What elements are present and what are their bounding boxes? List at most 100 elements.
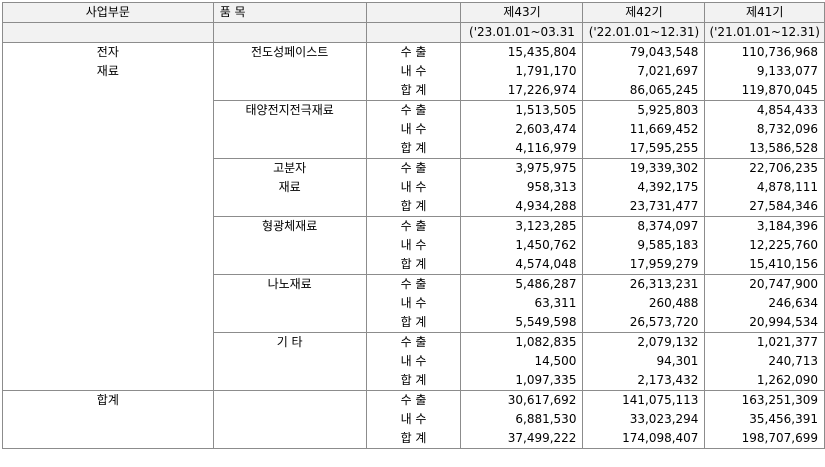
- value-cell: 20,994,534: [704, 313, 825, 333]
- value-cell: 246,634: [704, 294, 825, 313]
- division-cell: [2, 255, 214, 275]
- value-cell: 13,586,528: [704, 139, 825, 159]
- table-row: 형광체재료 수 출 3,123,285 8,374,097 3,184,396: [2, 216, 825, 236]
- table-row: 내 수 14,500 94,301 240,713: [2, 352, 825, 371]
- table-body: 전자 전도성페이스트 수 출 15,435,804 79,043,548 110,736,…: [2, 42, 825, 449]
- period-43-range: ('23.01.01~03.31: [460, 22, 584, 43]
- value-cell: 14,500: [460, 352, 584, 371]
- value-cell: 2,079,132: [582, 332, 706, 352]
- type-cell: 내 수: [365, 410, 462, 429]
- type-cell: 수 출: [365, 216, 462, 236]
- value-cell: 33,023,294: [582, 410, 706, 429]
- division-cell: 재료: [2, 62, 214, 81]
- product-cell: [212, 294, 367, 313]
- value-cell: 6,881,530: [460, 410, 584, 429]
- table-row: 합 계 17,226,974 86,065,245 119,870,045: [2, 81, 825, 101]
- table-row: 합 계 5,549,598 26,573,720 20,994,534: [2, 313, 825, 333]
- value-cell: 22,706,235: [704, 158, 825, 178]
- value-cell: 35,456,391: [704, 410, 825, 429]
- type-cell: 수 출: [365, 332, 462, 352]
- value-cell: 20,747,900: [704, 274, 825, 294]
- value-cell: 4,934,288: [460, 197, 584, 217]
- value-cell: 1,513,505: [460, 100, 584, 120]
- type-cell: 내 수: [365, 178, 462, 197]
- division-cell: [2, 371, 214, 391]
- value-cell: 198,707,699: [704, 429, 825, 449]
- product-cell: [212, 81, 367, 101]
- type-cell: 합 계: [365, 313, 462, 333]
- table-row: 합 계 1,097,335 2,173,432 1,262,090: [2, 371, 825, 391]
- value-cell: 110,736,968: [704, 42, 825, 62]
- value-cell: 4,574,048: [460, 255, 584, 275]
- product-cell: 고분자: [212, 158, 367, 178]
- product-cell: 기 타: [212, 332, 367, 352]
- value-cell: 3,975,975: [460, 158, 584, 178]
- value-cell: 8,374,097: [582, 216, 706, 236]
- table-row: 내 수 63,311 260,488 246,634: [2, 294, 825, 313]
- division-cell: [2, 216, 214, 236]
- type-cell: 수 출: [365, 42, 462, 62]
- value-cell: 174,098,407: [582, 429, 706, 449]
- product-cell: [212, 197, 367, 217]
- value-cell: 15,410,156: [704, 255, 825, 275]
- product-cell: [212, 352, 367, 371]
- table-row: 내 수 6,881,530 33,023,294 35,456,391: [2, 410, 825, 429]
- value-cell: 163,251,309: [704, 390, 825, 410]
- product-cell: 재료: [212, 178, 367, 197]
- value-cell: 7,021,697: [582, 62, 706, 81]
- type-cell: 합 계: [365, 429, 462, 449]
- product-cell: [212, 62, 367, 81]
- table-row: 합 계 4,574,048 17,959,279 15,410,156: [2, 255, 825, 275]
- product-cell: [212, 120, 367, 139]
- period-41-range: ('21.01.01~12.31): [704, 22, 825, 43]
- table-row: 태양전지전극재료 수 출 1,513,505 5,925,803 4,854,433: [2, 100, 825, 120]
- value-cell: 27,584,346: [704, 197, 825, 217]
- value-cell: 240,713: [704, 352, 825, 371]
- value-cell: 17,226,974: [460, 81, 584, 101]
- table-row: 기 타수 출 1,082,835 2,079,132 1,021,377: [2, 332, 825, 352]
- item-type-header-cont: [365, 22, 462, 43]
- value-cell: 119,870,045: [704, 81, 825, 101]
- header-row-1: 사업부문 품 목 제43기 제42기 제41기: [2, 2, 825, 23]
- value-cell: 3,123,285: [460, 216, 584, 236]
- type-cell: 수 출: [365, 390, 462, 410]
- item-header: 품 목: [212, 2, 367, 23]
- division-header-cont: [2, 22, 214, 43]
- product-cell: 태양전지전극재료: [212, 100, 367, 120]
- product-cell: [212, 313, 367, 333]
- value-cell: 19,339,302: [582, 158, 706, 178]
- division-cell: [2, 120, 214, 139]
- division-cell: 합계: [2, 390, 214, 410]
- division-cell: [2, 294, 214, 313]
- type-cell: 합 계: [365, 255, 462, 275]
- product-cell: 형광체재료: [212, 216, 367, 236]
- value-cell: 2,173,432: [582, 371, 706, 391]
- value-cell: 17,959,279: [582, 255, 706, 275]
- item-type-header: [365, 2, 462, 23]
- value-cell: 9,585,183: [582, 236, 706, 255]
- value-cell: 8,732,096: [704, 120, 825, 139]
- value-cell: 141,075,113: [582, 390, 706, 410]
- value-cell: 1,082,835: [460, 332, 584, 352]
- division-cell: [2, 274, 214, 294]
- value-cell: 11,669,452: [582, 120, 706, 139]
- product-cell: [212, 371, 367, 391]
- division-cell: [2, 410, 214, 429]
- division-cell: 전자: [2, 42, 214, 62]
- value-cell: 3,184,396: [704, 216, 825, 236]
- product-cell: [212, 236, 367, 255]
- division-cell: [2, 332, 214, 352]
- product-cell: [212, 410, 367, 429]
- period-43-header: 제43기: [460, 2, 584, 23]
- header-row-2: ('23.01.01~03.31 ('22.01.01~12.31) ('21.…: [2, 22, 825, 43]
- value-cell: 1,450,762: [460, 236, 584, 255]
- division-cell: [2, 139, 214, 159]
- table-row: 나노재료 수 출 5,486,287 26,313,231 20,747,900: [2, 274, 825, 294]
- type-cell: 수 출: [365, 158, 462, 178]
- period-41-header: 제41기: [704, 2, 825, 23]
- value-cell: 4,116,979: [460, 139, 584, 159]
- period-42-range: ('22.01.01~12.31): [582, 22, 706, 43]
- value-cell: 26,573,720: [582, 313, 706, 333]
- type-cell: 내 수: [365, 236, 462, 255]
- sales-table: 사업부문 품 목 제43기 제42기 제41기 ('23.01.01~03.31…: [2, 2, 825, 449]
